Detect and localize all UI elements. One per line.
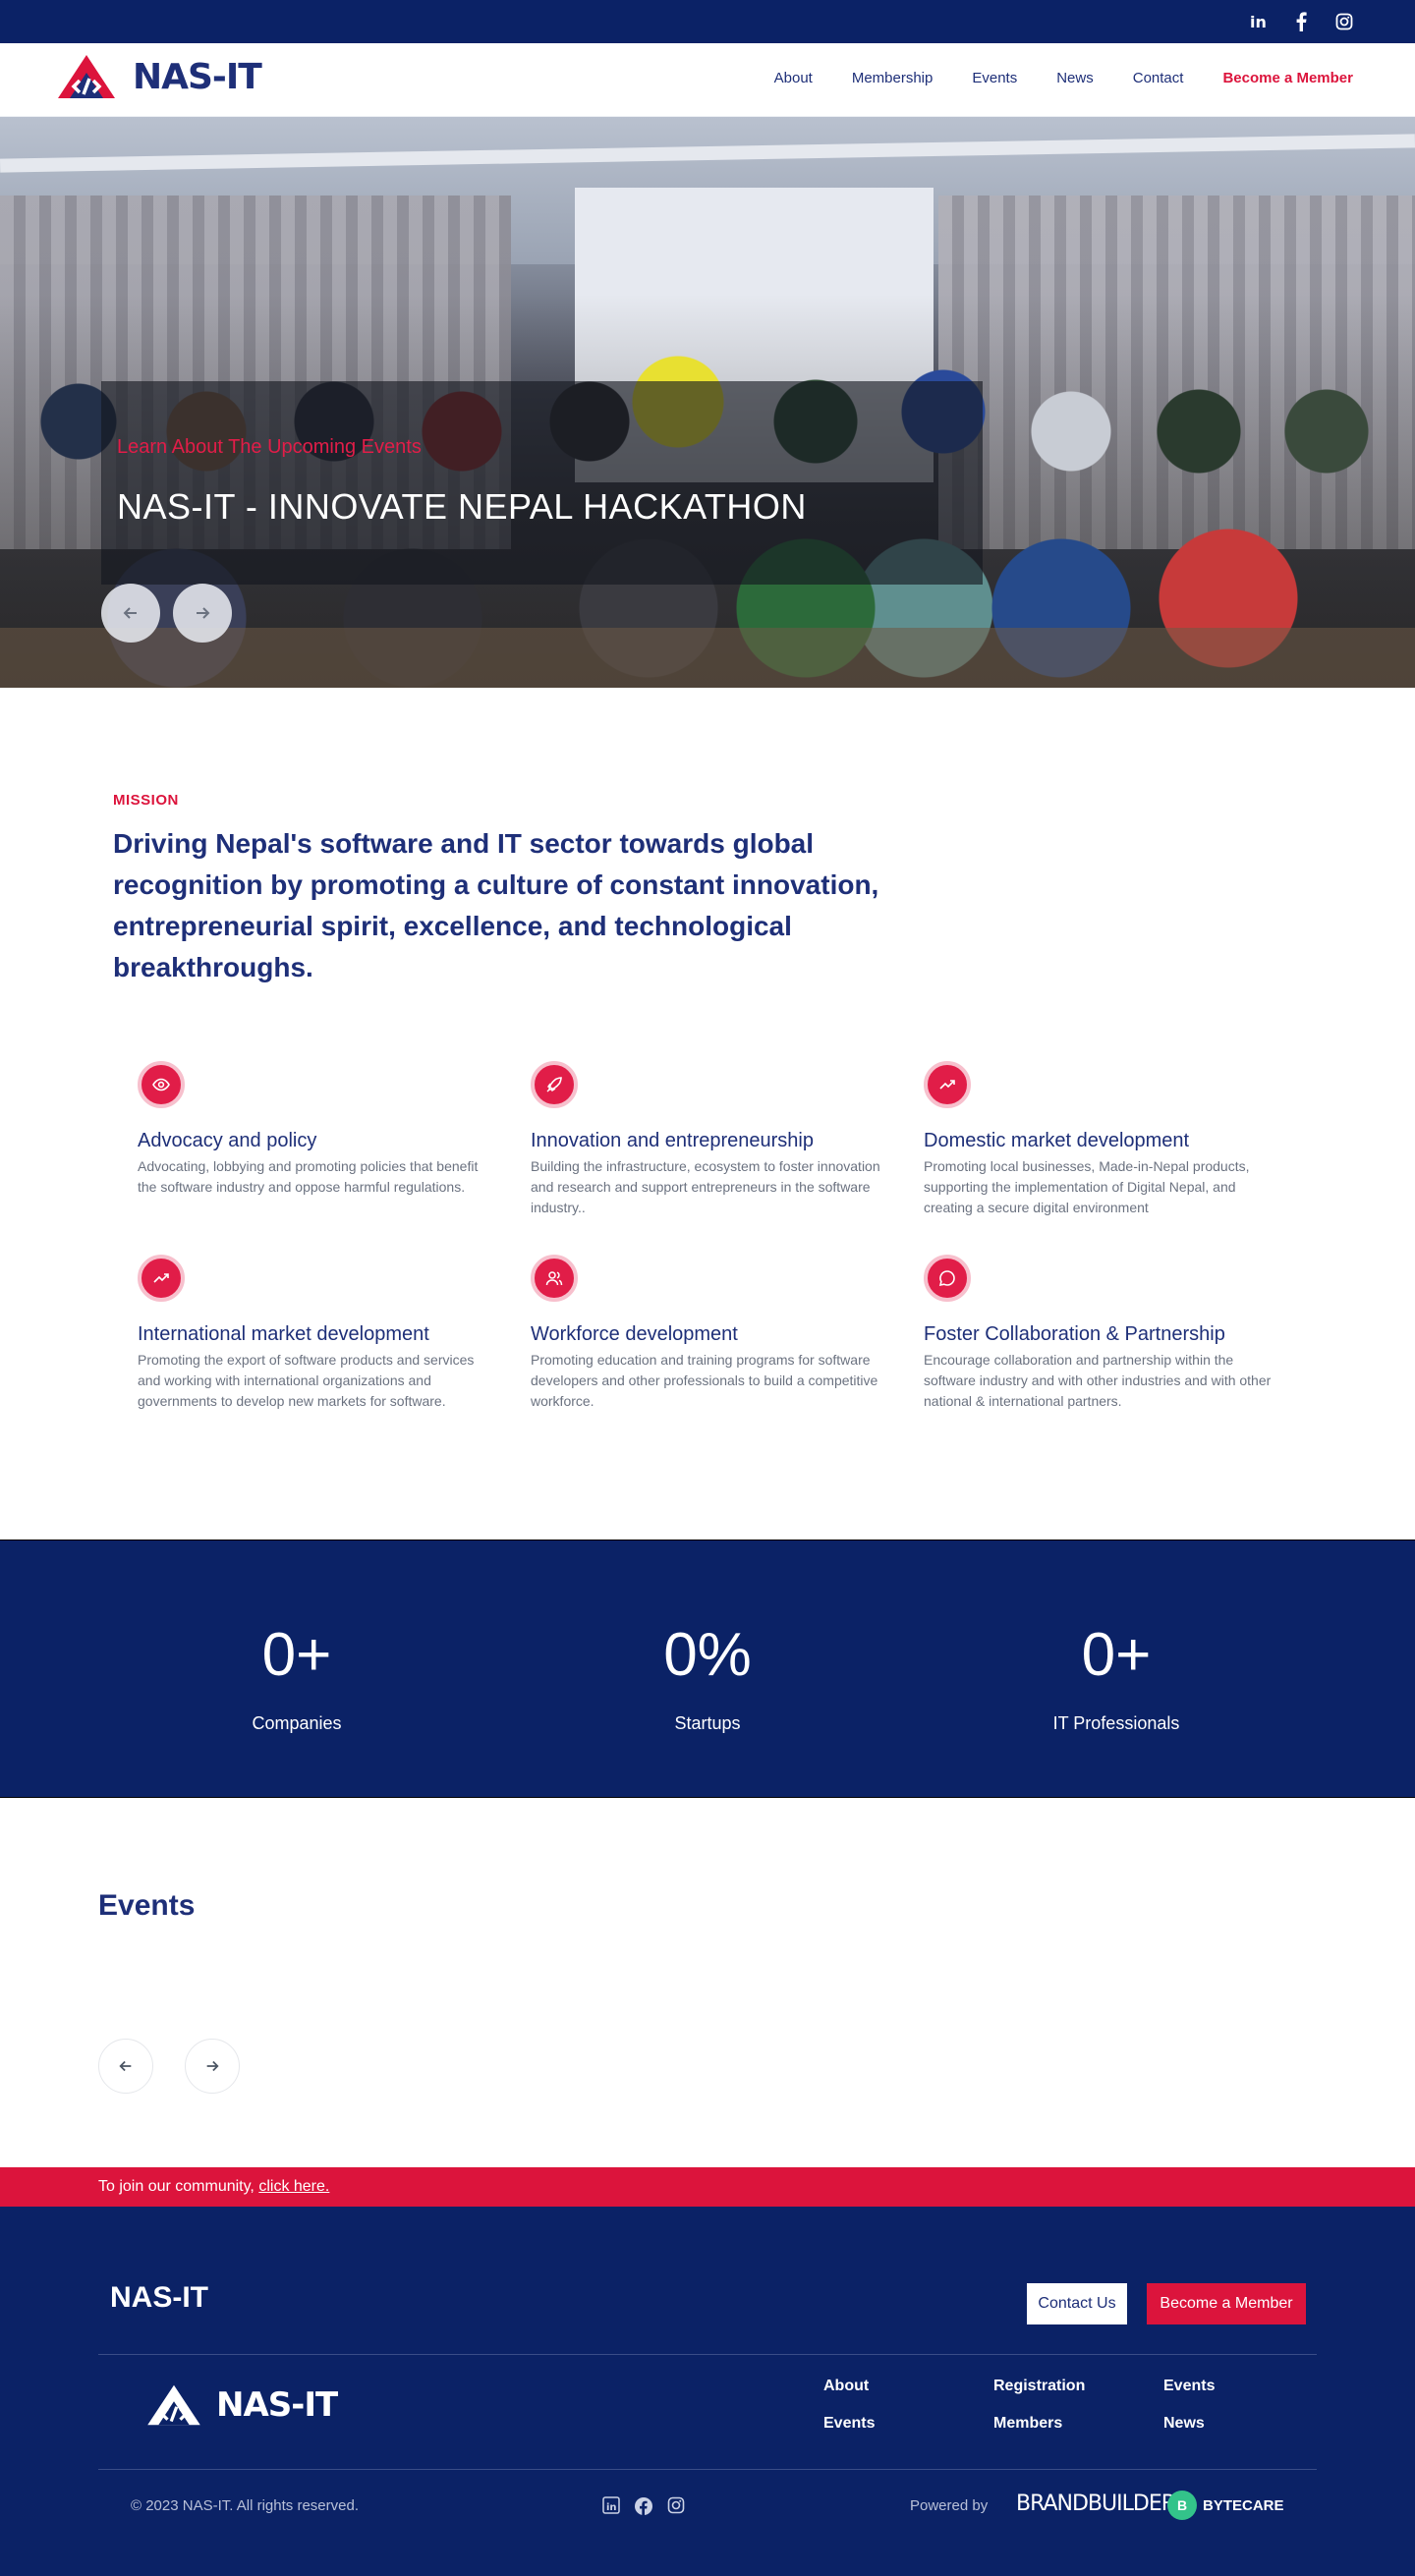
pillar-text: Advocating, lobbying and promoting polic…	[138, 1158, 479, 1195]
svg-text:in: in	[606, 2502, 617, 2513]
join-text: To join our community,	[98, 2178, 255, 2195]
events-prev-button[interactable]	[98, 2039, 153, 2094]
hero-prev-button[interactable]	[101, 584, 160, 643]
footer-divider	[98, 2354, 1317, 2355]
top-social-links: in	[1248, 11, 1354, 32]
stat-startups: 0% Startups	[560, 1623, 855, 1734]
stat-companies: 0+ Companies	[149, 1623, 444, 1734]
pillar-text: Encourage collaboration and partnership …	[924, 1352, 1272, 1409]
stats-band: 0+ Companies 0% Startups 0+ IT Professio…	[0, 1540, 1415, 1798]
nav-news[interactable]: News	[1056, 70, 1094, 86]
logo-mark-icon	[58, 55, 115, 98]
facebook-icon[interactable]	[1291, 11, 1311, 32]
arrow-right-icon	[206, 2060, 219, 2072]
partner-brandbuilder-logo[interactable]: BRANDBUILDER	[1016, 2492, 1176, 2516]
footer-contact-button[interactable]: Contact Us	[1027, 2283, 1127, 2324]
hero-title: NAS-IT - INNOVATE NEPAL HACKATHON	[117, 486, 807, 527]
nav-membership[interactable]: Membership	[852, 70, 934, 86]
footer-link-events-2[interactable]: Events	[823, 2415, 993, 2433]
pillar-advocacy: Advocacy and policy Advocating, lobbying…	[138, 1061, 491, 1198]
top-bar: in	[0, 0, 1415, 43]
pillar-workforce: Workforce development Promoting educatio…	[531, 1255, 884, 1412]
events-title: Events	[98, 1889, 196, 1922]
pillar-innovation: Innovation and entrepreneurship Building…	[531, 1061, 884, 1218]
footer-brand: NAS-IT	[110, 2281, 208, 2314]
footer-become-member-button[interactable]: Become a Member	[1147, 2283, 1306, 2324]
footer-divider-bottom	[98, 2469, 1317, 2470]
pillar-text: Promoting local businesses, Made-in-Nepa…	[924, 1158, 1250, 1215]
join-text-wrap: To join our community, click here.	[98, 2178, 329, 2196]
hero-kicker[interactable]: Learn About The Upcoming Events	[117, 436, 422, 459]
nav-about[interactable]: About	[774, 70, 813, 86]
footer-logo[interactable]: NAS-IT	[140, 2381, 338, 2429]
rocket-icon	[531, 1061, 578, 1108]
stat-label: IT Professionals	[1052, 1713, 1180, 1733]
nav-contact[interactable]: Contact	[1133, 70, 1184, 86]
arrow-left-icon	[119, 2060, 132, 2072]
instagram-icon[interactable]	[1334, 11, 1354, 32]
svg-text:in: in	[1250, 13, 1267, 30]
trending-up-icon	[138, 1255, 185, 1302]
stat-label: Startups	[674, 1713, 741, 1733]
stat-value: 0%	[663, 1621, 752, 1689]
stat-label: Companies	[252, 1713, 342, 1733]
pillar-international-market: International market development Promoti…	[138, 1255, 491, 1412]
pillar-title: Workforce development	[531, 1323, 738, 1345]
footer-logo-wordmark: NAS-IT	[216, 2385, 338, 2425]
join-community-strip: To join our community, click here.	[0, 2167, 1415, 2207]
footer-link-news[interactable]: News	[1163, 2415, 1295, 2433]
pillar-domestic-market: Domestic market development Promoting lo…	[924, 1061, 1277, 1218]
arrow-left-icon	[123, 607, 137, 619]
footer-links: About Registration Events Events Members…	[823, 2378, 1295, 2433]
users-icon	[531, 1255, 578, 1302]
pillar-collaboration: Foster Collaboration & Partnership Encou…	[924, 1255, 1277, 1412]
stat-value: 0+	[1081, 1621, 1152, 1689]
hero-next-button[interactable]	[173, 584, 232, 643]
hero-carousel: Learn About The Upcoming Events NAS-IT -…	[0, 117, 1415, 688]
pillar-title: Domestic market development	[924, 1130, 1190, 1151]
pillar-title: Foster Collaboration & Partnership	[924, 1323, 1225, 1345]
pillar-text: Promoting education and training program…	[531, 1352, 878, 1409]
pillar-title: Advocacy and policy	[138, 1130, 317, 1151]
join-link[interactable]: click here.	[258, 2178, 329, 2195]
linkedin-icon[interactable]: in	[602, 2496, 620, 2521]
pillar-title: Innovation and entrepreneurship	[531, 1130, 814, 1151]
footer-copyright: © 2023 NAS-IT. All rights reserved.	[131, 2497, 359, 2514]
facebook-icon[interactable]	[634, 2496, 653, 2521]
bytecare-label: BYTECARE	[1203, 2496, 1284, 2514]
footer-link-members[interactable]: Members	[993, 2415, 1163, 2433]
bytecare-icon: B	[1167, 2491, 1197, 2520]
stat-value: 0+	[261, 1621, 332, 1689]
hero-caption: Learn About The Upcoming Events NAS-IT -…	[101, 381, 983, 585]
footer-link-registration[interactable]: Registration	[993, 2378, 1163, 2395]
main-nav: About Membership Events News Contact Bec…	[774, 70, 1353, 86]
footer-link-events[interactable]: Events	[1163, 2378, 1295, 2395]
mission-label: MISSION	[113, 792, 179, 809]
stat-it-professionals: 0+ IT Professionals	[969, 1623, 1264, 1734]
footer-social-links: in	[602, 2496, 685, 2521]
pillar-text: Building the infrastructure, ecosystem t…	[531, 1158, 880, 1215]
footer-link-about[interactable]: About	[823, 2378, 993, 2395]
site-header: NAS-IT About Membership Events News Cont…	[0, 43, 1415, 117]
arrow-right-icon	[197, 607, 210, 619]
logo-mark-icon	[147, 2384, 200, 2426]
instagram-icon[interactable]	[667, 2496, 685, 2521]
nav-events[interactable]: Events	[972, 70, 1017, 86]
powered-by-label: Powered by	[910, 2497, 989, 2514]
eye-icon	[138, 1061, 185, 1108]
site-footer: NAS-IT Contact Us Become a Member NAS-IT…	[0, 2207, 1415, 2576]
site-logo[interactable]: NAS-IT	[50, 51, 262, 102]
logo-wordmark: NAS-IT	[133, 56, 262, 97]
pillar-title: International market development	[138, 1323, 429, 1345]
mission-statement: Driving Nepal's software and IT sector t…	[113, 828, 879, 982]
events-next-button[interactable]	[185, 2039, 240, 2094]
trending-up-icon	[924, 1061, 971, 1108]
linkedin-icon[interactable]: in	[1248, 11, 1268, 32]
chat-bubble-icon	[924, 1255, 971, 1302]
partner-bytecare-logo[interactable]: B BYTECARE	[1167, 2491, 1284, 2520]
nav-become-member[interactable]: Become a Member	[1222, 70, 1353, 86]
pillar-text: Promoting the export of software product…	[138, 1352, 475, 1409]
